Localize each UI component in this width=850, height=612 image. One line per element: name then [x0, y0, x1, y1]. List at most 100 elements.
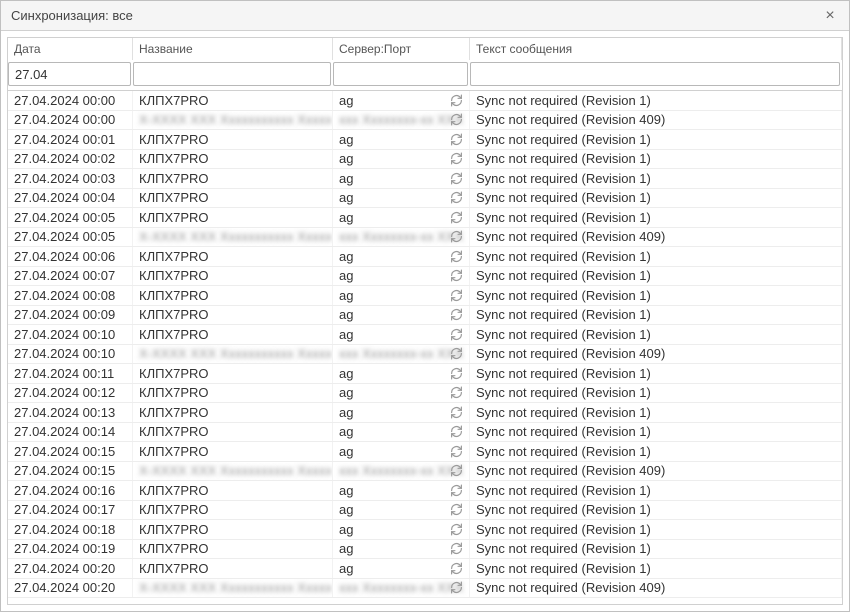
cell-message: Sync not required (Revision 1): [470, 481, 842, 500]
cell-name: КЛПХ7PRO: [133, 91, 333, 110]
refresh-icon[interactable]: [449, 210, 463, 224]
refresh-icon[interactable]: [449, 347, 463, 361]
cell-name: КЛПХ7PRO: [133, 559, 333, 578]
table-row[interactable]: 27.04.2024 00:01КЛПХ7PROagSync not requi…: [8, 130, 842, 150]
table-row[interactable]: 27.04.2024 00:18КЛПХ7PROagSync not requi…: [8, 520, 842, 540]
column-header-message[interactable]: Текст сообщения: [470, 38, 842, 60]
table-row[interactable]: 27.04.2024 00:08КЛПХ7PROagSync not requi…: [8, 286, 842, 306]
table-row[interactable]: 27.04.2024 00:00X-XXXX XXX Xxxxxxxxxxx X…: [8, 111, 842, 131]
cell-date: 27.04.2024 00:03: [8, 169, 133, 188]
table-row[interactable]: 27.04.2024 00:13КЛПХ7PROagSync not requi…: [8, 403, 842, 423]
close-icon[interactable]: ×: [821, 7, 839, 25]
filter-message-input[interactable]: [470, 62, 840, 86]
cell-server: ag: [333, 91, 470, 110]
table-row[interactable]: 27.04.2024 00:14КЛПХ7PROagSync not requi…: [8, 423, 842, 443]
cell-server: ag: [333, 442, 470, 461]
cell-message: Sync not required (Revision 1): [470, 442, 842, 461]
table-row[interactable]: 27.04.2024 00:20X-XXXX XXX Xxxxxxxxxxx X…: [8, 579, 842, 599]
column-header-date[interactable]: Дата: [8, 38, 133, 60]
table-row[interactable]: 27.04.2024 00:11КЛПХ7PROagSync not requi…: [8, 364, 842, 384]
cell-message: Sync not required (Revision 409): [470, 111, 842, 130]
content-area: Дата Название Сервер:Порт Текст сообщени…: [1, 31, 849, 611]
refresh-icon[interactable]: [449, 113, 463, 127]
cell-message: Sync not required (Revision 1): [470, 150, 842, 169]
cell-name: КЛПХ7PRO: [133, 150, 333, 169]
cell-message: Sync not required (Revision 1): [470, 306, 842, 325]
refresh-icon[interactable]: [449, 483, 463, 497]
cell-date: 27.04.2024 00:11: [8, 364, 133, 383]
cell-name: X-XXXX XXX Xxxxxxxxxxx Xxxxx: [133, 579, 333, 598]
cell-date: 27.04.2024 00:10: [8, 345, 133, 364]
table-row[interactable]: 27.04.2024 00:16КЛПХ7PROagSync not requi…: [8, 481, 842, 501]
refresh-icon[interactable]: [449, 581, 463, 595]
table-row[interactable]: 27.04.2024 00:19КЛПХ7PROagSync not requi…: [8, 540, 842, 560]
refresh-icon[interactable]: [449, 444, 463, 458]
cell-name: КЛПХ7PRO: [133, 540, 333, 559]
column-header-server[interactable]: Сервер:Порт: [333, 38, 470, 60]
refresh-icon[interactable]: [449, 93, 463, 107]
table-row[interactable]: 27.04.2024 00:05X-XXXX XXX Xxxxxxxxxxx X…: [8, 228, 842, 248]
cell-server: ag: [333, 520, 470, 539]
sync-window: Синхронизация: все × Дата Название Серве…: [0, 0, 850, 612]
refresh-icon[interactable]: [449, 561, 463, 575]
refresh-icon[interactable]: [449, 405, 463, 419]
refresh-icon[interactable]: [449, 464, 463, 478]
cell-date: 27.04.2024 00:12: [8, 384, 133, 403]
refresh-icon[interactable]: [449, 503, 463, 517]
table-row[interactable]: 27.04.2024 00:17КЛПХ7PROagSync not requi…: [8, 501, 842, 521]
cell-server: ag: [333, 501, 470, 520]
cell-message: Sync not required (Revision 1): [470, 520, 842, 539]
cell-date: 27.04.2024 00:15: [8, 462, 133, 481]
table-row[interactable]: 27.04.2024 00:07КЛПХ7PROagSync not requi…: [8, 267, 842, 287]
table-row[interactable]: 27.04.2024 00:06КЛПХ7PROagSync not requi…: [8, 247, 842, 267]
refresh-icon[interactable]: [449, 191, 463, 205]
cell-message: Sync not required (Revision 1): [470, 286, 842, 305]
table-row[interactable]: 27.04.2024 00:15КЛПХ7PROagSync not requi…: [8, 442, 842, 462]
cell-server: ag: [333, 384, 470, 403]
cell-message: Sync not required (Revision 1): [470, 325, 842, 344]
refresh-icon[interactable]: [449, 230, 463, 244]
refresh-icon[interactable]: [449, 171, 463, 185]
column-header-name[interactable]: Название: [133, 38, 333, 60]
cell-server: ag: [333, 559, 470, 578]
refresh-icon[interactable]: [449, 542, 463, 556]
cell-date: 27.04.2024 00:14: [8, 423, 133, 442]
cell-name: КЛПХ7PRO: [133, 442, 333, 461]
table-row[interactable]: 27.04.2024 00:04КЛПХ7PROagSync not requi…: [8, 189, 842, 209]
cell-date: 27.04.2024 00:06: [8, 247, 133, 266]
cell-date: 27.04.2024 00:07: [8, 267, 133, 286]
table-row[interactable]: 27.04.2024 00:10X-XXXX XXX Xxxxxxxxxxx X…: [8, 345, 842, 365]
cell-date: 27.04.2024 00:10: [8, 325, 133, 344]
table-row[interactable]: 27.04.2024 00:15X-XXXX XXX Xxxxxxxxxxx X…: [8, 462, 842, 482]
refresh-icon[interactable]: [449, 386, 463, 400]
table-row[interactable]: 27.04.2024 00:09КЛПХ7PROagSync not requi…: [8, 306, 842, 326]
cell-server: ag: [333, 150, 470, 169]
table-wrapper: 27.04.2024 00:00КЛПХ7PROagSync not requi…: [7, 90, 843, 605]
cell-server: xxx Xxxxxxxx-xx XXX: [333, 579, 470, 598]
filter-server-input[interactable]: [333, 62, 468, 86]
table-row[interactable]: 27.04.2024 00:00КЛПХ7PROagSync not requi…: [8, 91, 842, 111]
table-row[interactable]: 27.04.2024 00:05КЛПХ7PROagSync not requi…: [8, 208, 842, 228]
table-body[interactable]: 27.04.2024 00:00КЛПХ7PROagSync not requi…: [8, 91, 842, 604]
filter-name-input[interactable]: [133, 62, 331, 86]
table-row[interactable]: 27.04.2024 00:10КЛПХ7PROagSync not requi…: [8, 325, 842, 345]
refresh-icon[interactable]: [449, 327, 463, 341]
refresh-icon[interactable]: [449, 425, 463, 439]
cell-name: КЛПХ7PRO: [133, 286, 333, 305]
refresh-icon[interactable]: [449, 308, 463, 322]
refresh-icon[interactable]: [449, 366, 463, 380]
refresh-icon[interactable]: [449, 522, 463, 536]
cell-message: Sync not required (Revision 409): [470, 345, 842, 364]
table-row[interactable]: 27.04.2024 00:12КЛПХ7PROagSync not requi…: [8, 384, 842, 404]
table-row[interactable]: 27.04.2024 00:20КЛПХ7PROagSync not requi…: [8, 559, 842, 579]
filter-date-input[interactable]: [8, 62, 131, 86]
refresh-icon[interactable]: [449, 269, 463, 283]
refresh-icon[interactable]: [449, 132, 463, 146]
refresh-icon[interactable]: [449, 288, 463, 302]
refresh-icon[interactable]: [449, 249, 463, 263]
refresh-icon[interactable]: [449, 152, 463, 166]
cell-message: Sync not required (Revision 1): [470, 189, 842, 208]
table-row[interactable]: 27.04.2024 00:03КЛПХ7PROagSync not requi…: [8, 169, 842, 189]
table-row[interactable]: 27.04.2024 00:02КЛПХ7PROagSync not requi…: [8, 150, 842, 170]
cell-message: Sync not required (Revision 1): [470, 384, 842, 403]
